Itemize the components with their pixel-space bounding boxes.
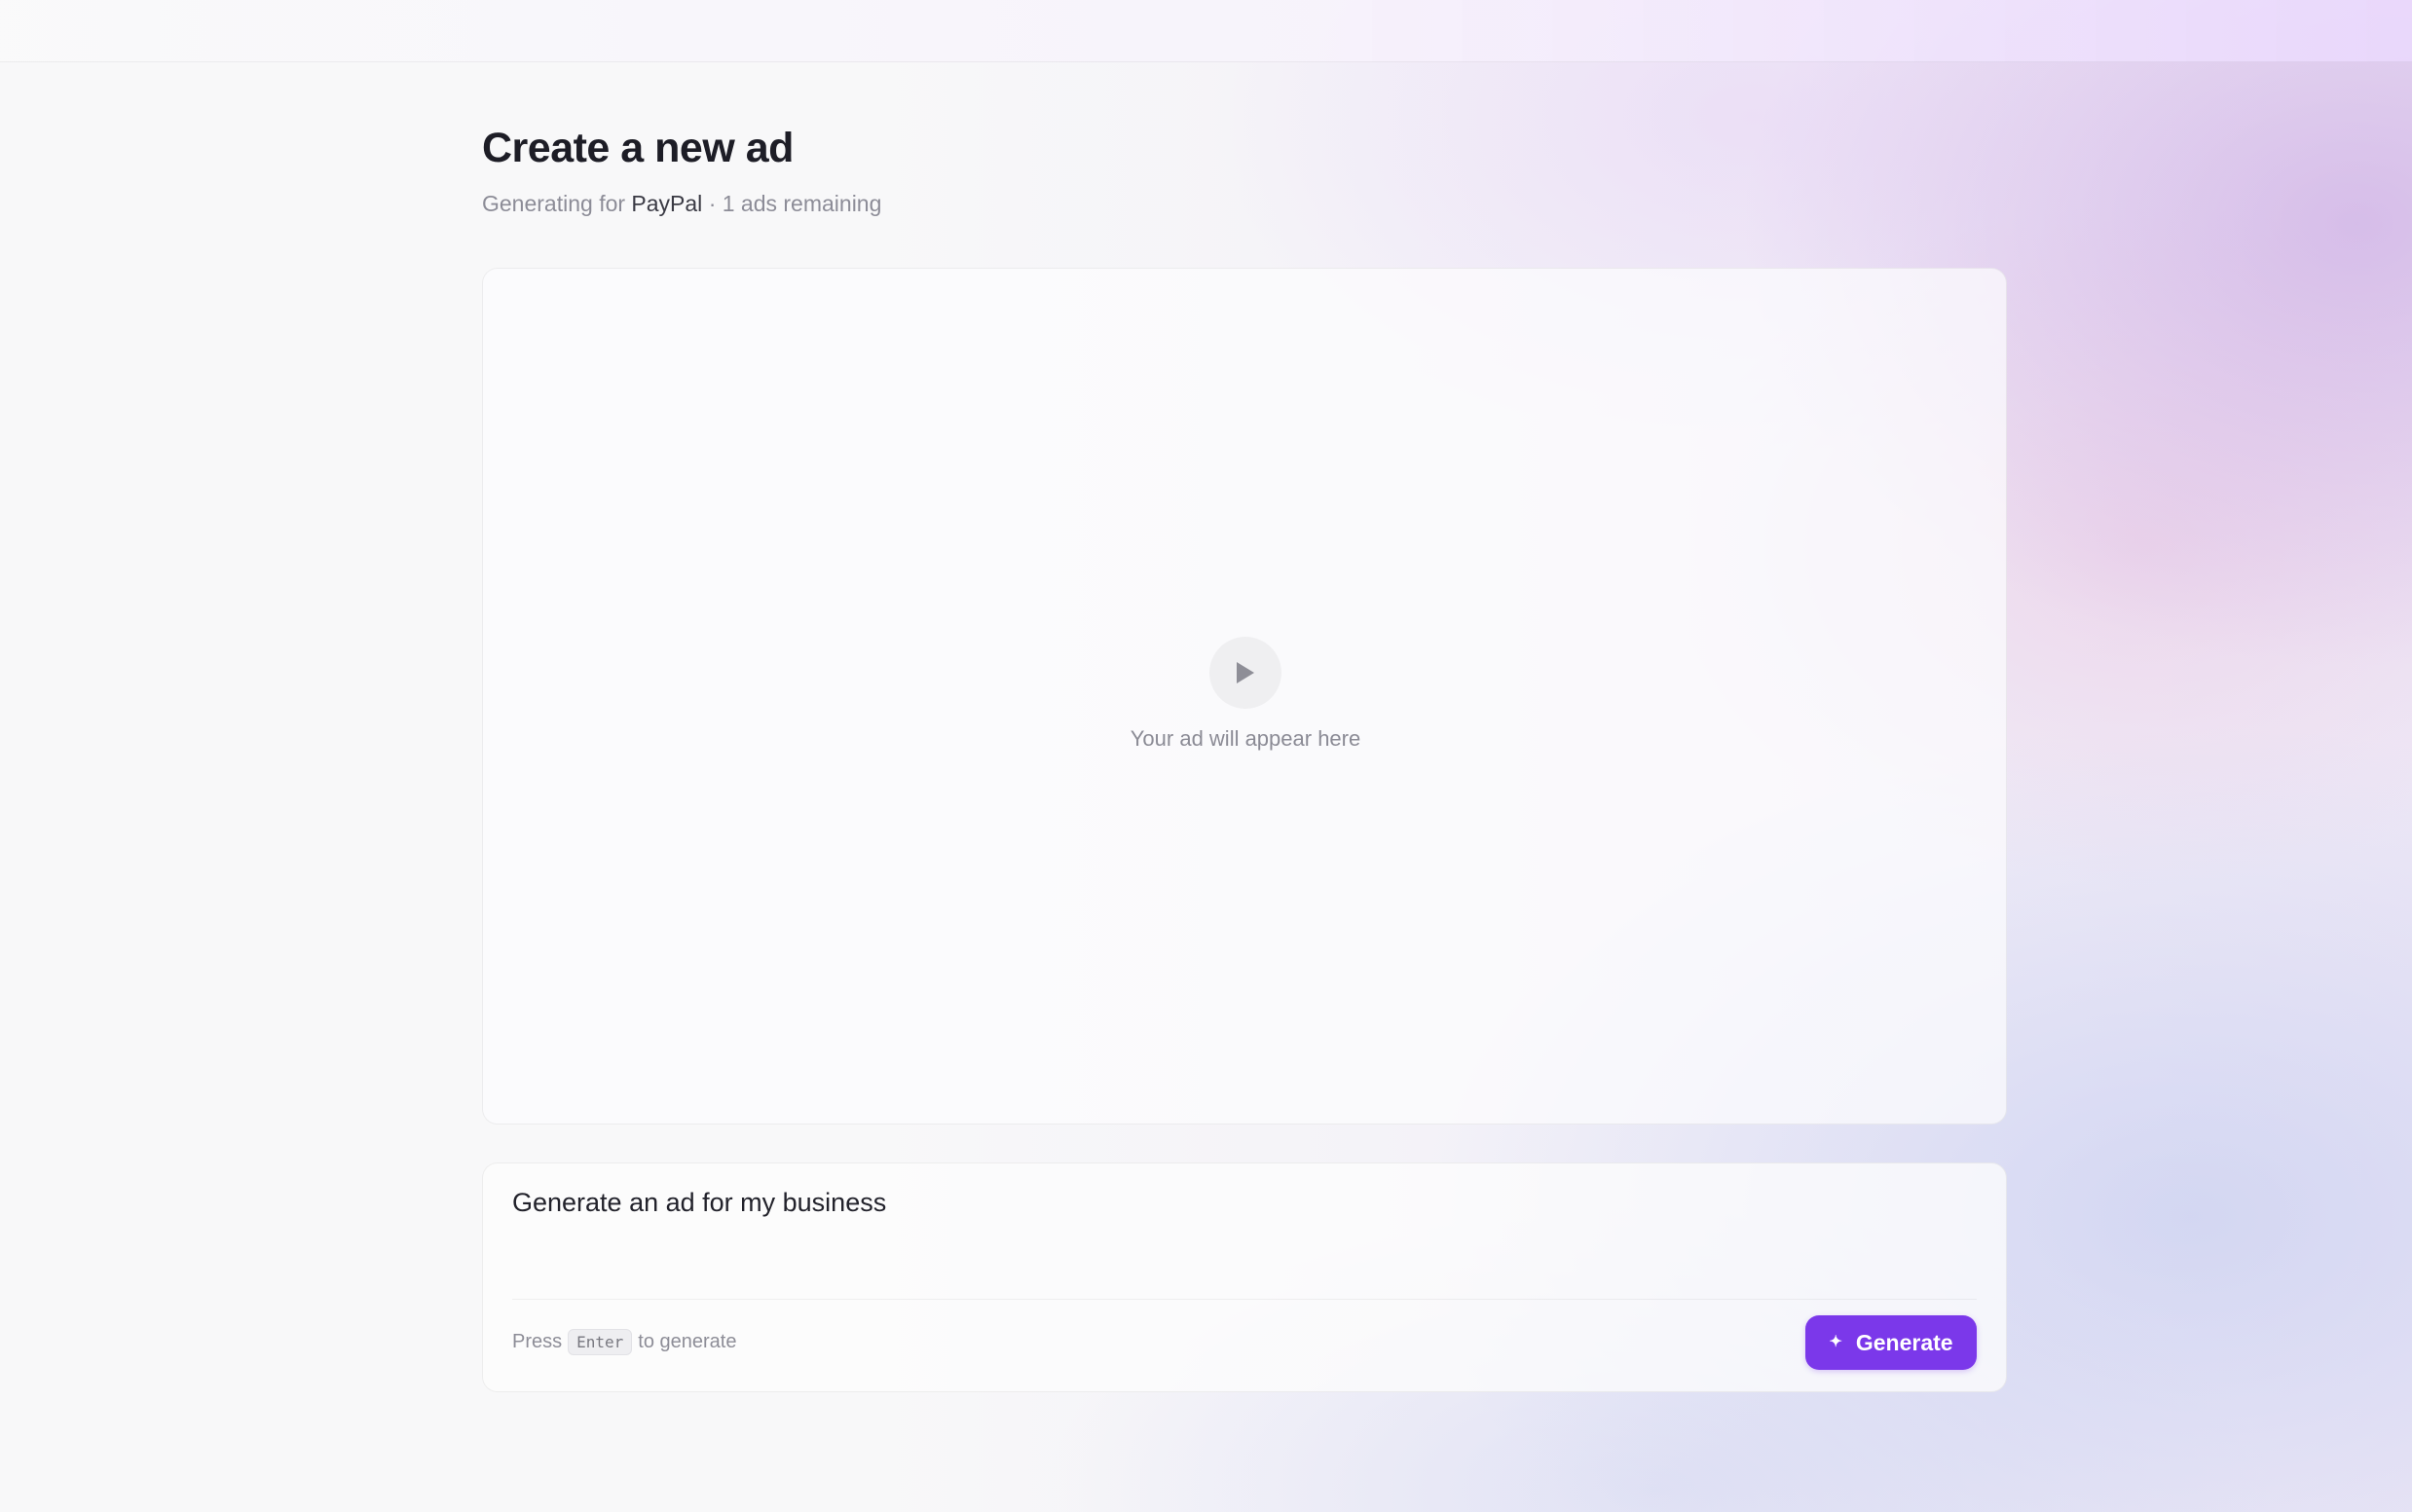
prompt-composer: Generate an ad for my business Press Ent… bbox=[482, 1162, 2007, 1392]
hint-suffix: to generate bbox=[638, 1331, 737, 1352]
play-button[interactable] bbox=[1209, 637, 1281, 709]
enter-key-badge: Enter bbox=[568, 1329, 633, 1355]
play-icon bbox=[1237, 662, 1254, 683]
generate-button[interactable]: ✦ Generate bbox=[1805, 1315, 1977, 1370]
page-subtitle: Generating for PayPal · 1 ads remaining bbox=[482, 191, 881, 217]
prompt-input[interactable]: Generate an ad for my business bbox=[512, 1183, 1973, 1271]
top-bar bbox=[0, 0, 2412, 62]
preview-placeholder: Your ad will appear here bbox=[1130, 726, 1361, 751]
composer-divider bbox=[512, 1299, 1977, 1300]
ad-preview-panel: Your ad will appear here bbox=[482, 268, 2007, 1125]
page-title: Create a new ad bbox=[482, 125, 794, 171]
ads-remaining: · 1 ads remaining bbox=[708, 191, 882, 216]
hint-prefix: Press bbox=[512, 1331, 563, 1352]
generate-button-label: Generate bbox=[1855, 1329, 1953, 1355]
keyboard-hint: Press Enter to generate bbox=[512, 1329, 737, 1355]
sparkle-icon: ✦ bbox=[1829, 1334, 1842, 1350]
subtitle-prefix: Generating for bbox=[482, 191, 626, 216]
brand-name: PayPal bbox=[631, 191, 703, 216]
